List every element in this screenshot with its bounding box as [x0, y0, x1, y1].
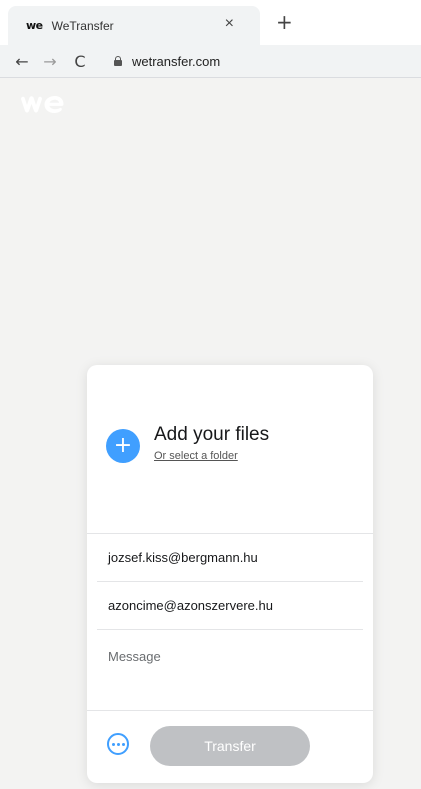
tab-title: WeTransfer	[51, 18, 114, 33]
url-text: wetransfer.com	[132, 53, 221, 69]
transfer-button[interactable]: Transfer	[150, 726, 310, 766]
more-options-icon[interactable]	[107, 733, 129, 755]
browser-tab[interactable]: we WeTransfer ×	[8, 6, 260, 45]
address-bar[interactable]: wetransfer.com	[102, 48, 421, 75]
browser-tabstrip: we WeTransfer × +	[0, 0, 421, 45]
reload-icon[interactable]: C	[68, 52, 92, 71]
new-tab-button[interactable]: +	[276, 10, 293, 34]
add-files-area[interactable]: + Add your files Or select a folder	[106, 424, 269, 463]
email-to-field[interactable]: jozsef.kiss@bergmann.hu	[97, 534, 363, 582]
wetransfer-logo[interactable]	[18, 90, 66, 118]
add-files-text: Add your files Or select a folder	[154, 424, 269, 462]
lock-icon	[114, 56, 122, 66]
close-icon[interactable]: ×	[225, 15, 234, 33]
select-folder-link[interactable]: Or select a folder	[154, 450, 269, 462]
divider	[87, 710, 373, 711]
add-files-title[interactable]: Add your files	[154, 424, 269, 446]
page-content: + Add your files Or select a folder jozs…	[0, 78, 421, 789]
upload-panel: + Add your files Or select a folder jozs…	[87, 365, 373, 783]
browser-toolbar: ← → C wetransfer.com	[0, 45, 421, 78]
back-arrow-icon[interactable]: ←	[10, 52, 34, 71]
add-files-button[interactable]: +	[106, 429, 140, 463]
wetransfer-favicon-icon: we	[26, 19, 43, 32]
message-field[interactable]: Message	[97, 631, 363, 703]
email-from-field[interactable]: azoncime@azonszervere.hu	[97, 582, 363, 630]
forward-arrow-icon[interactable]: →	[38, 52, 62, 71]
